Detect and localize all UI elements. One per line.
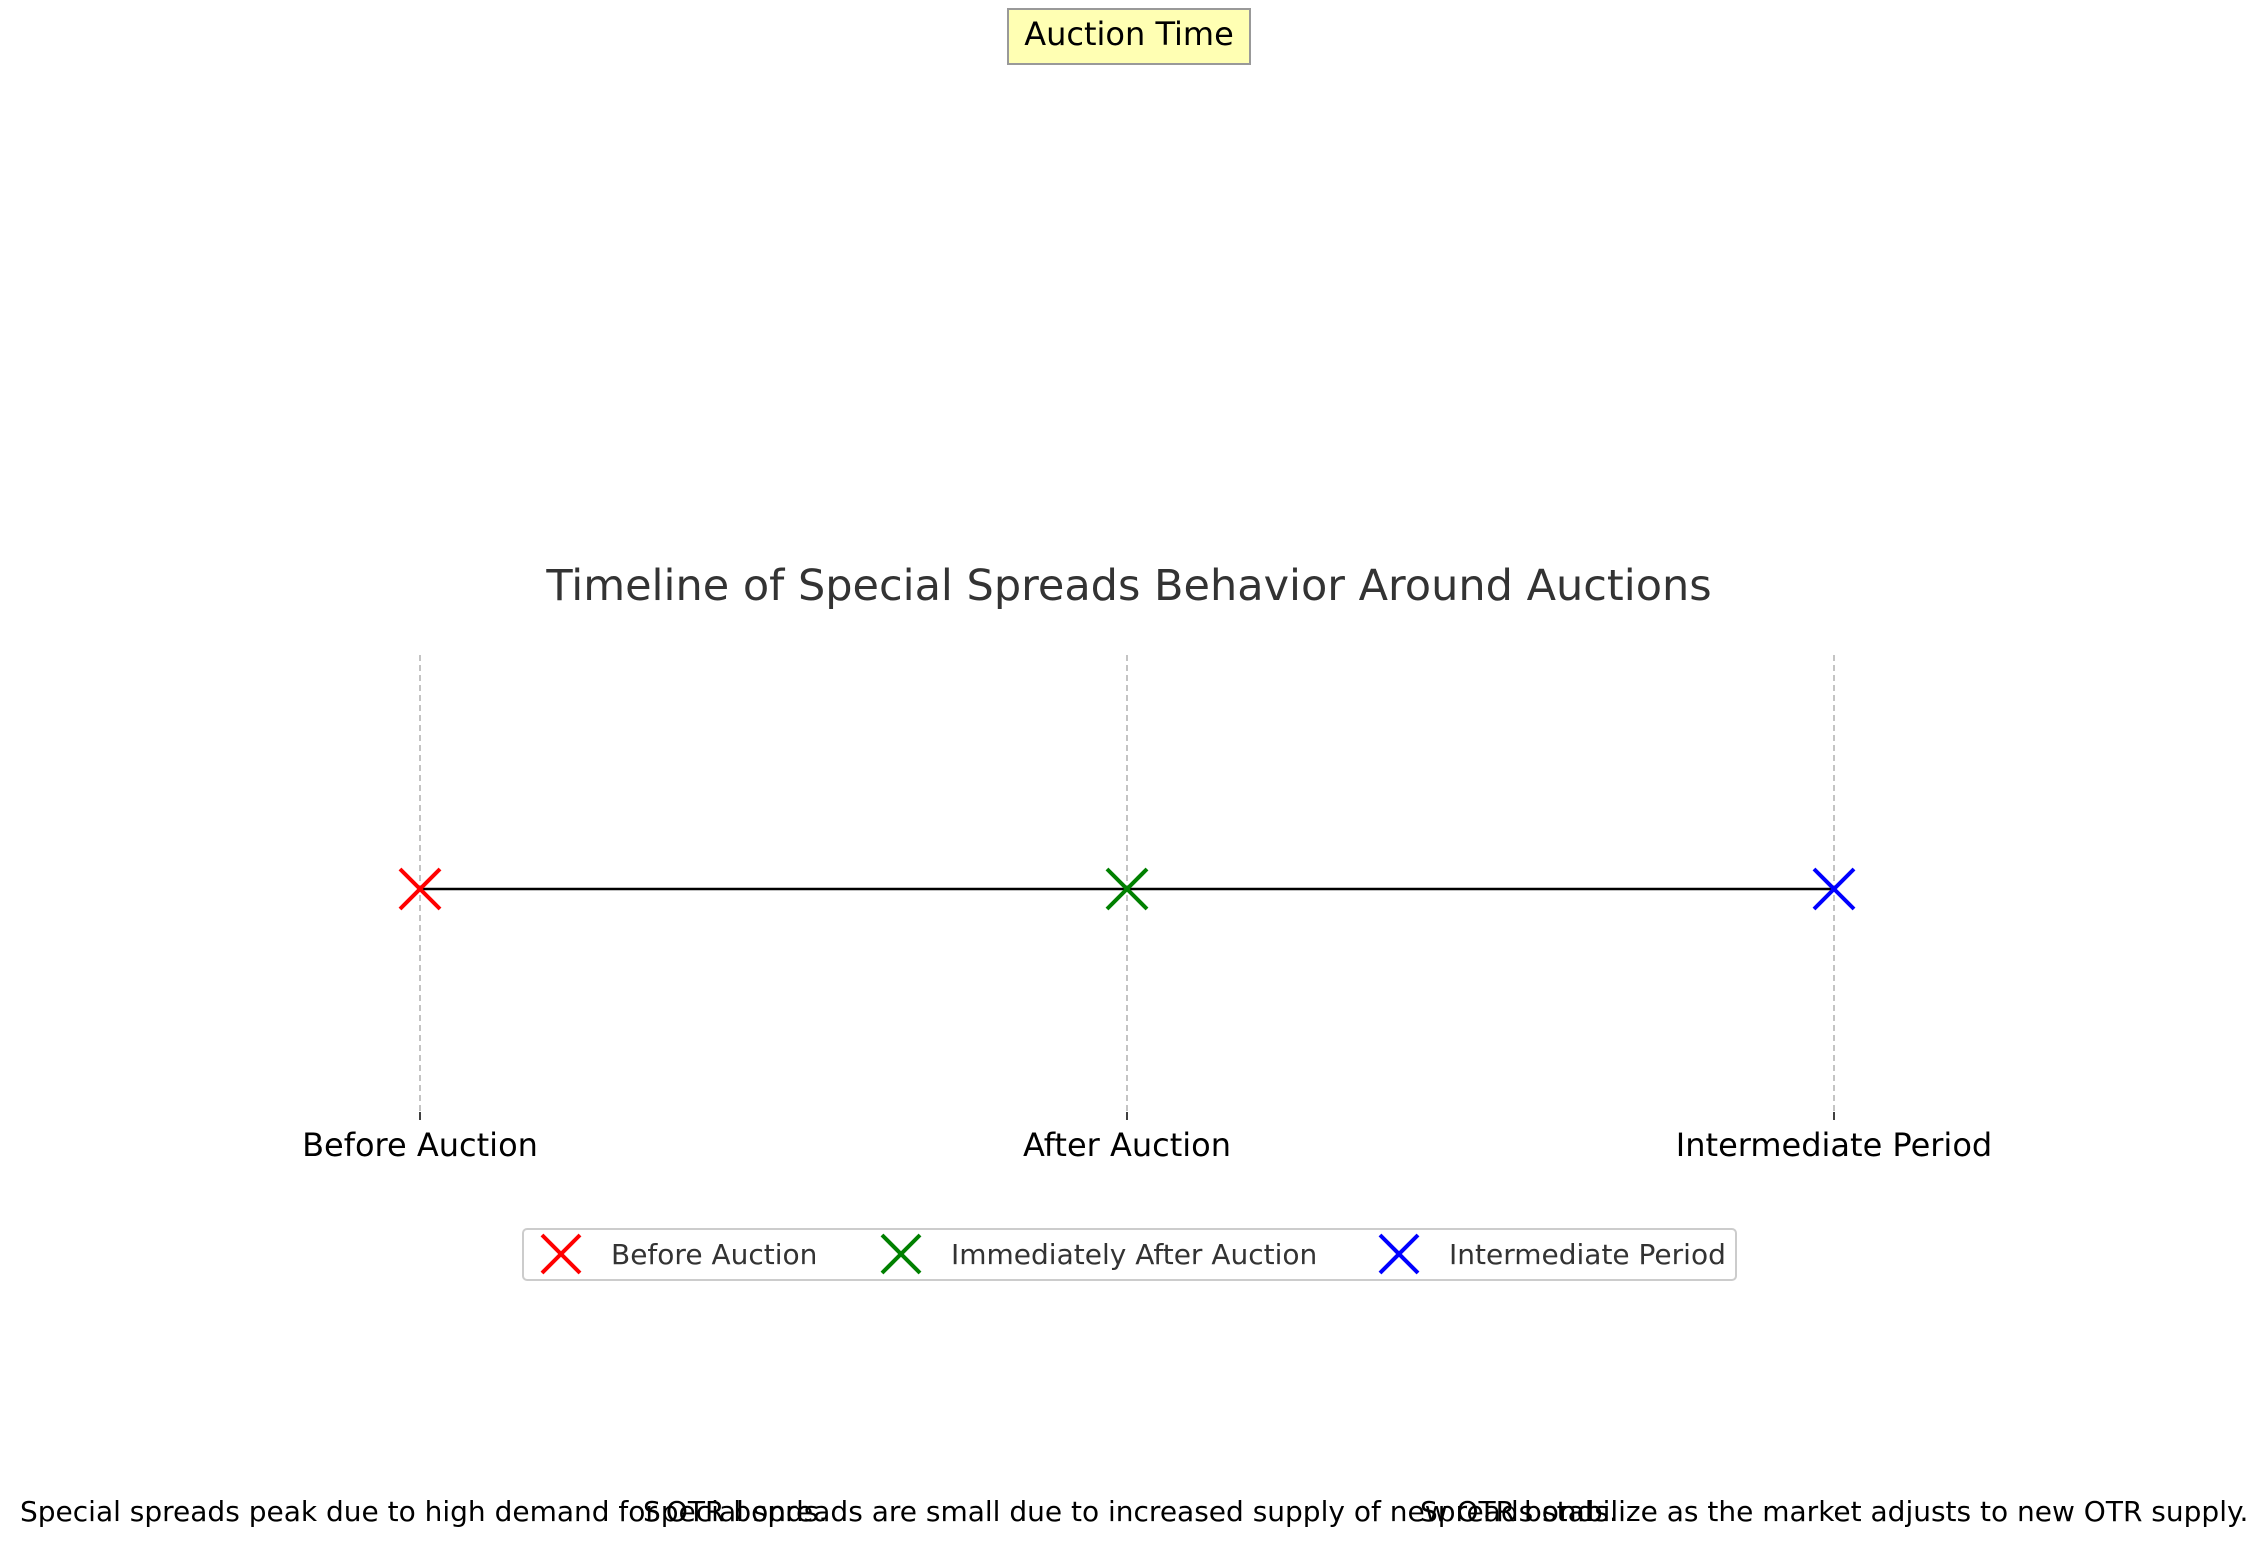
tick-label-after-auction: After Auction (1023, 1126, 1231, 1164)
legend-label-immediately-after-auction: Immediately After Auction (951, 1238, 1317, 1271)
legend: Before Auction Immediately After Auction I… (522, 1228, 1737, 1281)
chart-title: Timeline of Special Spreads Behavior Aro… (545, 561, 1711, 611)
legend-label-intermediate-period: Intermediate Period (1449, 1238, 1726, 1271)
legend-label-before-auction: Before Auction (611, 1238, 817, 1271)
notes: Special spreads peak due to high demand … (20, 1495, 2248, 1528)
chart: Auction Time Timeline of Special Spreads… (20, 8, 2248, 1528)
tick-label-before-auction: Before Auction (302, 1126, 538, 1164)
annotation-label: Auction Time (1024, 15, 1234, 53)
tick-label-intermediate-period: Intermediate Period (1676, 1126, 1992, 1164)
note-3: Spreads stabilize as the market adjusts … (1420, 1495, 2248, 1528)
auction-time-annotation: Auction Time (1007, 8, 1251, 65)
x-axis-ticks: Before Auction After Auction Intermediate … (302, 1112, 1992, 1164)
grid-lines (419, 655, 1835, 1112)
